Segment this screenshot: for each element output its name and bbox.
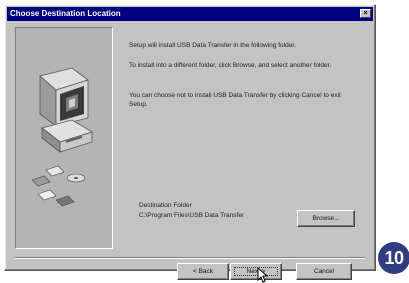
back-button[interactable]: < Back xyxy=(177,263,229,280)
close-icon: × xyxy=(363,10,368,17)
browse-button[interactable]: Browse... xyxy=(297,210,355,227)
setup-dialog: Choose Destination Location × Setup will… xyxy=(4,4,376,283)
cancel-button[interactable]: Cancel xyxy=(296,263,352,280)
close-button[interactable]: × xyxy=(360,9,371,18)
dialog-titlebar: Choose Destination Location xyxy=(7,7,373,21)
destination-folder-label: Destination Folder xyxy=(139,202,192,209)
next-button[interactable]: Next > xyxy=(230,263,282,280)
browse-hint-text: To install into a different folder, clic… xyxy=(129,62,332,69)
destination-folder-path: C:\Program Files\USB Data Transfer xyxy=(139,212,245,219)
step-number-badge: 10 xyxy=(378,242,409,274)
next-focus-ring xyxy=(234,267,278,276)
setup-illustration-panel xyxy=(15,27,113,249)
computer-install-illustration-icon xyxy=(31,67,93,207)
button-separator xyxy=(15,257,365,259)
cancel-hint-text: You can choose not to install USB Data T… xyxy=(129,92,341,108)
dialog-title: Choose Destination Location xyxy=(10,9,121,18)
intro-text: Setup will install USB Data Transfer in … xyxy=(129,42,296,49)
arrow-cursor-icon xyxy=(257,267,269,283)
